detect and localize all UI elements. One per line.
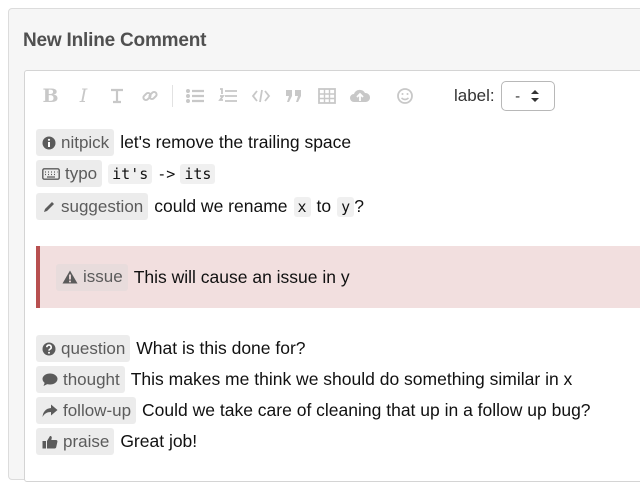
badge-label: follow-up	[63, 400, 132, 420]
badge-label: suggestion	[61, 196, 144, 216]
comment-text: What is this done for?	[136, 338, 306, 358]
emoji-icon[interactable]	[391, 81, 418, 111]
issue-callout: issue This will cause an issue in y	[36, 246, 640, 308]
italic-glyph: I	[79, 85, 88, 107]
comment-text: Great job!	[120, 431, 198, 451]
inline-code: it's	[108, 163, 153, 184]
quote-icon[interactable]	[280, 81, 307, 111]
comment-praise: praise Great job!	[36, 426, 591, 457]
speech-bubble-icon	[42, 373, 58, 386]
badge-label: nitpick	[61, 132, 110, 152]
comment-follow-up: follow-up Could we take care of cleaning…	[36, 395, 591, 426]
code-icon[interactable]	[247, 81, 274, 111]
badge-label: issue	[83, 267, 123, 286]
label-badge: issue	[56, 263, 128, 291]
pencil-icon	[44, 201, 54, 212]
comment-nitpick: nitpick let's remove the trailing space	[36, 127, 640, 158]
bold-icon[interactable]: B	[37, 81, 64, 111]
editor-toolbar: B I label: -	[25, 71, 640, 121]
badge-label: praise	[63, 431, 110, 451]
bold-glyph: B	[42, 85, 59, 107]
inline-code: its	[180, 163, 216, 184]
italic-icon[interactable]: I	[70, 81, 97, 111]
info-circle-icon	[42, 136, 56, 149]
comment-thought: thought This makes me think we should do…	[36, 364, 591, 395]
label-select[interactable]: -	[500, 81, 555, 111]
label-badge: suggestion	[36, 193, 149, 220]
arrow-text: ->	[157, 164, 176, 183]
warning-icon	[62, 270, 78, 284]
label-select-value: -	[515, 87, 521, 105]
comment-text: to	[316, 196, 332, 216]
question-circle-icon	[42, 342, 56, 355]
toolbar-divider	[172, 85, 173, 107]
link-icon[interactable]	[136, 81, 163, 111]
label-badge: nitpick	[36, 129, 115, 156]
page: New Inline Comment B I label: - nitpick …	[0, 0, 640, 482]
comment-list: nitpick let's remove the trailing space …	[36, 127, 640, 222]
comment-text: could we rename	[154, 196, 288, 216]
heading-icon[interactable]	[103, 81, 130, 111]
label-badge: question	[36, 335, 131, 362]
comment-suggestion: suggestion could we rename x to y ?	[36, 191, 640, 222]
label-badge: thought	[36, 366, 125, 393]
inline-code: x	[293, 196, 311, 217]
comment-text: This makes me think we should do somethi…	[130, 369, 573, 389]
numbered-list-icon[interactable]	[214, 81, 241, 111]
keyboard-icon	[42, 167, 60, 180]
comment-text: let's remove the trailing space	[120, 132, 352, 152]
badge-label: typo	[65, 163, 98, 183]
label-badge: praise	[36, 428, 115, 455]
comment-typo: typo it's -> its	[36, 158, 640, 189]
label-caption: label:	[454, 86, 495, 105]
share-arrow-icon	[42, 404, 58, 417]
badge-label: question	[61, 338, 126, 358]
table-icon[interactable]	[313, 81, 340, 111]
comment-list-2: question What is this done for? thought …	[36, 333, 591, 457]
upload-icon[interactable]	[346, 81, 373, 111]
bullet-list-icon[interactable]	[181, 81, 208, 111]
label-badge: typo	[36, 160, 103, 187]
updown-chevron-icon	[531, 90, 540, 102]
comment-text: Could we take care of cleaning that up i…	[142, 400, 591, 420]
inline-code: y	[337, 196, 355, 217]
panel-title: New Inline Comment	[23, 30, 207, 51]
comment-text: ?	[354, 196, 364, 216]
thumbs-up-icon	[42, 435, 58, 448]
comment-text: This will cause an issue in y	[133, 266, 350, 287]
badge-label: thought	[63, 369, 120, 389]
label-badge: follow-up	[36, 397, 137, 424]
comment-question: question What is this done for?	[36, 333, 591, 364]
